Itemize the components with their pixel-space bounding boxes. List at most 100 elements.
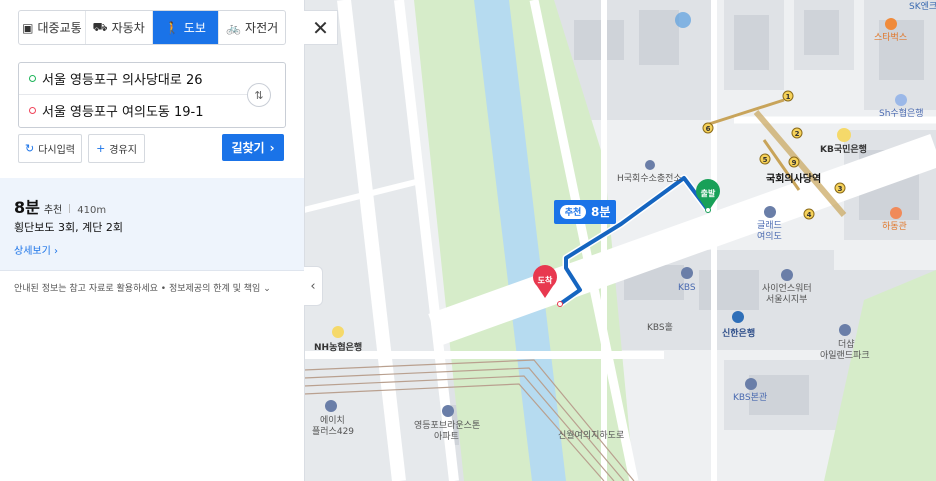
end-label: 도착 bbox=[538, 275, 553, 285]
tab-car[interactable]: ⛟ 자동차 bbox=[86, 11, 153, 44]
route-panel: ▣ 대중교통 ⛟ 자동차 🚶 도보 🚲 자전거 ⇅ ↻ 다시입력 bbox=[0, 0, 305, 481]
label-sk: SK엔크 bbox=[909, 1, 936, 12]
detail-link[interactable]: 상세보기 › bbox=[14, 242, 58, 257]
label-h-plus-2: 플러스429 bbox=[312, 426, 354, 437]
fountain-icon bbox=[675, 12, 691, 28]
walk-icon: 🚶 bbox=[164, 20, 180, 35]
svg-text:5: 5 bbox=[763, 156, 768, 164]
label-kbs-main: KBS본관 bbox=[733, 392, 767, 403]
label-starbucks: 스타벅스 bbox=[874, 32, 907, 43]
result-header: 8분 추천 410m bbox=[14, 194, 106, 218]
origin-dot-icon bbox=[29, 75, 36, 82]
label-the-sharp-1: 더샵 bbox=[838, 339, 855, 350]
apartment-icon bbox=[839, 324, 851, 336]
tab-transit-label: 대중교통 bbox=[37, 21, 82, 35]
bus-icon: ▣ bbox=[22, 20, 34, 35]
building-icon bbox=[781, 269, 793, 281]
tab-walk[interactable]: 🚶 도보 bbox=[152, 11, 220, 44]
label-kbs: KBS bbox=[678, 283, 696, 293]
refresh-icon: ↻ bbox=[24, 142, 35, 155]
result-summary: 횡단보도 3회, 계단 2회 bbox=[14, 221, 123, 234]
kbs-icon bbox=[681, 267, 693, 279]
exit-4-icon: 4 bbox=[803, 208, 815, 220]
swap-icon: ⇅ bbox=[254, 88, 264, 102]
nh-bank-icon bbox=[332, 326, 344, 338]
sh-bank-icon bbox=[895, 94, 907, 106]
exit-9-icon: 9 bbox=[788, 156, 800, 168]
chevron-right-icon: › bbox=[54, 246, 58, 257]
label-kb-bank: KB국민은행 bbox=[820, 143, 867, 155]
chevron-left-icon: ‹ bbox=[310, 278, 316, 294]
building-icon bbox=[325, 400, 337, 412]
route-inputs: ⇅ bbox=[18, 62, 286, 128]
origin-input[interactable] bbox=[42, 71, 242, 86]
close-icon: ✕ bbox=[312, 15, 329, 40]
close-button[interactable]: ✕ bbox=[304, 10, 338, 45]
kb-bank-icon bbox=[837, 128, 851, 142]
chevron-down-icon: ⌄ bbox=[263, 284, 271, 294]
label-glad-2: 여의도 bbox=[757, 230, 782, 242]
result-time: 8분 bbox=[14, 198, 40, 217]
label-hydrogen-station: H국회수소충전소 bbox=[617, 173, 682, 184]
label-underpass: 신월여의지하도로 bbox=[558, 429, 624, 441]
label-science-water-2: 서울시지부 bbox=[766, 294, 807, 305]
hotel-icon bbox=[764, 206, 776, 218]
svg-text:2: 2 bbox=[795, 130, 800, 138]
map-view[interactable]: 1 2 3 4 5 6 9 추천 8분 출발 도착 SK엔크 스타벅스 Sh수협… bbox=[304, 0, 936, 481]
label-the-sharp-2: 아일랜드파크 bbox=[820, 350, 870, 361]
transport-mode-tabs: ▣ 대중교통 ⛟ 자동차 🚶 도보 🚲 자전거 bbox=[18, 10, 286, 45]
label-nh-bank: NH농협은행 bbox=[314, 341, 362, 353]
label-h-plus-1: 에이치 bbox=[320, 414, 345, 426]
origin-row bbox=[19, 63, 249, 95]
label-science-water-1: 사이언스워터 bbox=[762, 282, 812, 294]
swap-button[interactable]: ⇅ bbox=[247, 83, 271, 107]
divider bbox=[69, 204, 71, 213]
hydrogen-station-icon bbox=[645, 160, 655, 170]
search-route-label: 길찾기 bbox=[231, 141, 265, 155]
svg-text:6: 6 bbox=[706, 125, 711, 133]
label-kbs-hall: KBS홀 bbox=[647, 321, 673, 333]
route-result-card[interactable]: 8분 추천 410m 횡단보도 3회, 계단 2회 상세보기 › bbox=[0, 178, 304, 271]
kbs-main-icon bbox=[745, 378, 757, 390]
tab-bicycle[interactable]: 🚲 자전거 bbox=[219, 11, 285, 44]
car-icon: ⛟ bbox=[92, 19, 108, 34]
starbucks-icon bbox=[885, 18, 897, 30]
label-glad-1: 글래드 bbox=[757, 220, 782, 231]
destination-row bbox=[19, 95, 249, 126]
exit-2-icon: 2 bbox=[791, 127, 803, 139]
add-via-button[interactable]: + 경유지 bbox=[88, 134, 145, 163]
destination-input[interactable] bbox=[42, 103, 242, 118]
via-label: 경유지 bbox=[109, 145, 137, 156]
route-time-badge[interactable]: 추천 8분 bbox=[554, 200, 616, 224]
detail-label: 상세보기 bbox=[14, 246, 51, 257]
result-tag: 추천 bbox=[43, 205, 63, 216]
tab-bicycle-label: 자전거 bbox=[245, 21, 279, 35]
chevron-right-icon: › bbox=[269, 140, 275, 155]
label-sh-bank: Sh수협은행 bbox=[879, 107, 924, 119]
collapse-panel-button[interactable]: ‹ bbox=[304, 266, 323, 306]
search-route-button[interactable]: 길찾기 › bbox=[222, 134, 284, 161]
reset-button[interactable]: ↻ 다시입력 bbox=[18, 134, 82, 163]
disclaimer-text: 안내된 정보는 참고 자료로 활용하세요 • 정보제공의 한계 및 책임 bbox=[14, 284, 261, 294]
exit-3-icon: 3 bbox=[834, 182, 846, 194]
label-shinhan-bank: 신한은행 bbox=[722, 327, 755, 339]
tab-car-label: 자동차 bbox=[111, 21, 145, 35]
plus-icon: + bbox=[96, 142, 106, 155]
route-badge-tag: 추천 bbox=[565, 206, 582, 218]
exit-5-icon: 5 bbox=[759, 153, 771, 165]
route-badge-time: 8분 bbox=[591, 205, 610, 219]
svg-text:9: 9 bbox=[792, 159, 797, 167]
result-distance: 410m bbox=[77, 205, 107, 216]
bicycle-icon: 🚲 bbox=[226, 20, 242, 35]
tab-walk-label: 도보 bbox=[183, 21, 206, 35]
exit-1-icon: 1 bbox=[782, 90, 794, 102]
svg-text:3: 3 bbox=[838, 185, 843, 193]
disclaimer-link[interactable]: 안내된 정보는 참고 자료로 활용하세요 • 정보제공의 한계 및 책임 ⌄ bbox=[14, 281, 271, 294]
exit-6-icon: 6 bbox=[702, 122, 714, 134]
map-canvas[interactable]: 1 2 3 4 5 6 9 추천 8분 출발 도착 SK엔크 스타벅스 Sh수협… bbox=[304, 0, 936, 481]
label-brownstone-1: 영등포브라운스톤 bbox=[414, 420, 480, 431]
tab-transit[interactable]: ▣ 대중교통 bbox=[19, 11, 86, 44]
destination-dot-icon bbox=[29, 107, 36, 114]
restaurant-icon bbox=[890, 207, 902, 219]
label-brownstone-2: 아파트 bbox=[434, 431, 459, 442]
